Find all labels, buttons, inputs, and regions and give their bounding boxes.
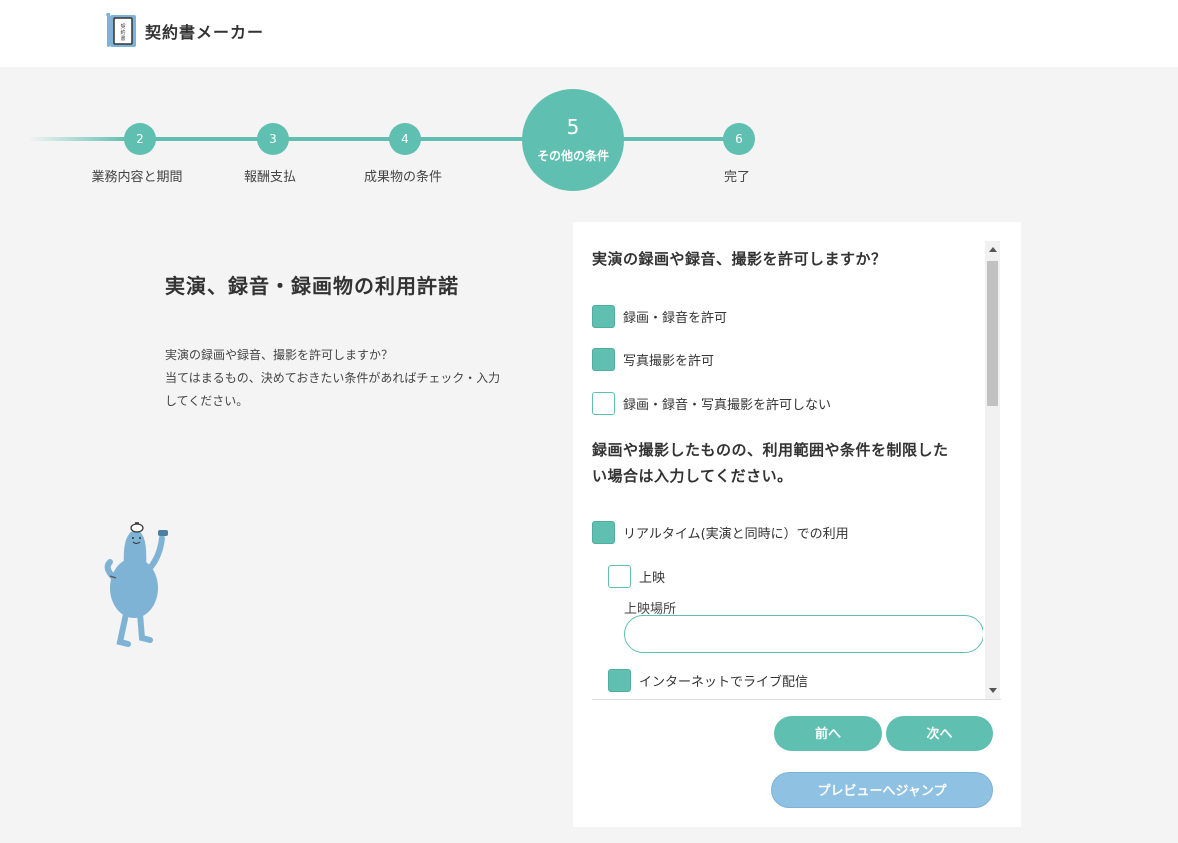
step-2-label[interactable]: 業務内容と期間 <box>91 166 182 185</box>
panel-divider <box>592 699 1001 700</box>
step-5-current: 5 その他の条件 <box>522 89 624 191</box>
description-line-2: 当てはまるもの、決めておきたい条件があればチェック・入力 <box>165 371 501 385</box>
option-allow-photo[interactable]: 写真撮影を許可 <box>592 348 714 371</box>
option-allow-recording-label: 録画・録音を許可 <box>623 311 728 326</box>
scrollbar-thumb[interactable] <box>987 261 998 406</box>
screening-place-input[interactable] <box>624 615 983 653</box>
option-livestream[interactable]: インターネットでライブ配信 <box>608 669 808 692</box>
scroll-down-arrow-icon[interactable] <box>989 688 997 693</box>
mascot-illustration <box>104 522 168 647</box>
option-realtime-use-label: リアルタイム(実演と同時に）での利用 <box>623 527 849 542</box>
question-2-line-2: い場合は入力してください。 <box>592 467 793 485</box>
checkbox-realtime-use[interactable] <box>592 521 615 544</box>
step-2-circle[interactable]: 2 <box>124 123 156 155</box>
option-livestream-label: インターネットでライブ配信 <box>639 675 809 690</box>
app-header: 契 約 書 契約書メーカー <box>0 0 1178 67</box>
step-3-label[interactable]: 報酬支払 <box>244 166 296 185</box>
option-disallow-all-label: 録画・録音・写真撮影を許可しない <box>623 398 832 413</box>
option-disallow-all[interactable]: 録画・録音・写真撮影を許可しない <box>592 392 831 415</box>
svg-text:約: 約 <box>120 29 125 36</box>
svg-text:契: 契 <box>120 23 125 30</box>
stepper-line-lead <box>28 137 128 141</box>
checkbox-screening[interactable] <box>608 565 631 588</box>
step-3-circle[interactable]: 3 <box>257 123 289 155</box>
panel-scrollbar[interactable] <box>985 241 1000 699</box>
checkbox-allow-recording[interactable] <box>592 305 615 328</box>
option-screening[interactable]: 上映 <box>608 565 665 588</box>
step-4-label[interactable]: 成果物の条件 <box>364 166 442 185</box>
step-6-label[interactable]: 完了 <box>724 166 750 185</box>
contract-book-icon[interactable]: 契 約 書 <box>104 12 140 50</box>
step-5-number: 5 <box>566 114 580 139</box>
next-button[interactable]: 次へ <box>886 716 993 751</box>
description-line-3: してください。 <box>165 394 249 408</box>
question-scroll-area[interactable]: 実演の録画や録音、撮影を許可しますか？ 録画・録音を許可 写真撮影を許可 録画・… <box>592 241 983 699</box>
step-6-circle[interactable]: 6 <box>723 123 755 155</box>
app-name[interactable]: 契約書メーカー <box>145 19 264 43</box>
checkbox-livestream[interactable] <box>608 669 631 692</box>
question-2-heading: 録画や撮影したものの、利用範囲や条件を制限した い場合は入力してください。 <box>592 437 949 489</box>
checkbox-allow-photo[interactable] <box>592 348 615 371</box>
description-line-1: 実演の録画や録音、撮影を許可しますか？ <box>165 348 394 362</box>
option-screening-label: 上映 <box>639 571 666 586</box>
prev-button[interactable]: 前へ <box>774 716 882 751</box>
option-realtime-use[interactable]: リアルタイム(実演と同時に）での利用 <box>592 521 849 544</box>
option-allow-photo-label: 写真撮影を許可 <box>623 354 715 369</box>
scroll-up-arrow-icon[interactable] <box>989 247 997 252</box>
svg-text:書: 書 <box>120 35 125 42</box>
checkbox-disallow-all[interactable] <box>592 392 615 415</box>
step-5-label: その他の条件 <box>536 148 609 163</box>
option-allow-recording[interactable]: 録画・録音を許可 <box>592 305 727 328</box>
step-4-circle[interactable]: 4 <box>389 123 421 155</box>
jump-to-preview-button[interactable]: プレビューへジャンプ <box>771 772 993 808</box>
question-2-line-1: 録画や撮影したものの、利用範囲や条件を制限した <box>592 441 949 459</box>
page-description: 実演の録画や録音、撮影を許可しますか？ 当てはまるもの、決めておきたい条件があれ… <box>165 344 535 413</box>
stepper-line <box>128 137 740 141</box>
page-title: 実演、録音・録画物の利用許諾 <box>165 274 459 298</box>
question-1-heading: 実演の録画や録音、撮影を許可しますか？ <box>592 250 887 268</box>
